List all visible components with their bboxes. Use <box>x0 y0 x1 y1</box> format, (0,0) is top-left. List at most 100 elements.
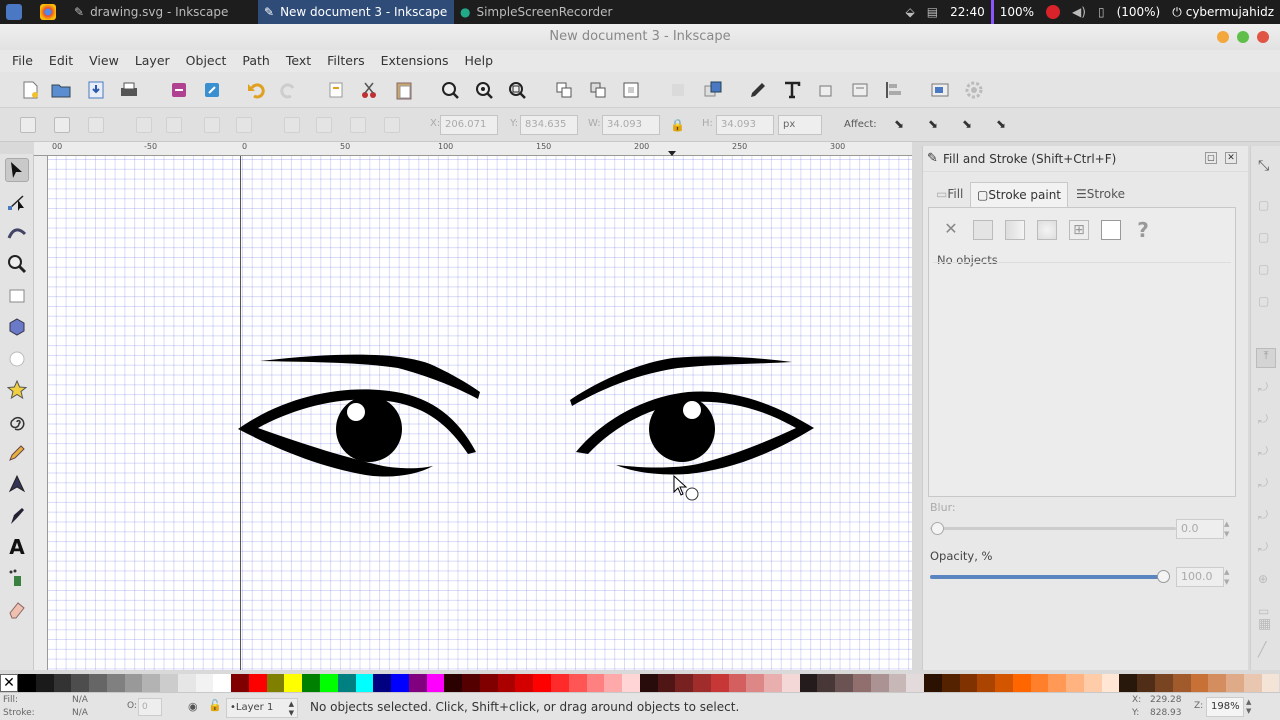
color-swatch[interactable] <box>106 674 125 692</box>
color-swatch[interactable] <box>1066 674 1084 692</box>
opacity-status-input[interactable]: 0 <box>138 698 162 716</box>
restore-button[interactable] <box>1217 31 1229 43</box>
flat-color-button[interactable] <box>973 220 993 240</box>
paste-icon[interactable] <box>394 80 414 100</box>
color-swatch[interactable] <box>1048 674 1067 692</box>
zoom-spin-icon[interactable]: ▲ ▼ <box>1246 698 1251 716</box>
color-swatch[interactable] <box>906 674 925 692</box>
color-swatch[interactable] <box>515 674 534 692</box>
task-drawing-svg[interactable]: ✎ drawing.svg - Inkscape <box>68 0 258 24</box>
network-icon[interactable]: ▤ <box>921 0 944 24</box>
h-input[interactable]: 34.093 <box>716 115 774 135</box>
affect-rounded-corners-icon[interactable]: ⬊ <box>928 117 944 133</box>
color-swatch[interactable] <box>391 674 409 692</box>
x-input[interactable]: 206.071 <box>440 115 498 135</box>
color-swatch[interactable] <box>231 674 249 692</box>
snap-cusp-nodes-icon[interactable]: ⤾ <box>1258 444 1268 459</box>
start-menu-icon[interactable] <box>0 0 34 24</box>
layer-lock-icon[interactable]: 🔓 <box>208 699 222 712</box>
color-swatch[interactable] <box>835 674 853 692</box>
color-swatch[interactable] <box>728 674 747 692</box>
rectangle-tool-icon[interactable] <box>5 284 29 308</box>
color-swatch[interactable] <box>1101 674 1120 692</box>
color-swatch[interactable] <box>302 674 321 692</box>
blur-slider[interactable] <box>930 527 1176 530</box>
color-swatch[interactable] <box>657 674 676 692</box>
color-swatch[interactable] <box>941 674 960 692</box>
color-swatch[interactable] <box>1137 674 1155 692</box>
selector-tool-icon[interactable] <box>5 158 29 182</box>
color-swatch[interactable] <box>1226 674 1244 692</box>
color-swatch[interactable] <box>373 674 392 692</box>
no-paint-button[interactable]: ✕ <box>941 219 961 241</box>
zoom-selection-icon[interactable] <box>440 80 460 100</box>
tab-stroke-paint[interactable]: ▢Stroke paint <box>970 182 1068 208</box>
radial-gradient-button[interactable] <box>1037 220 1057 240</box>
color-swatch[interactable] <box>337 674 356 692</box>
color-swatch[interactable] <box>995 674 1013 692</box>
dropbox-icon[interactable]: ⬙ <box>900 0 921 24</box>
color-swatch[interactable] <box>89 674 107 692</box>
color-swatch[interactable] <box>959 674 978 692</box>
color-swatch[interactable] <box>195 674 214 692</box>
clock[interactable]: 22:40 <box>944 0 991 24</box>
color-swatch[interactable] <box>479 674 498 692</box>
preferences-icon[interactable] <box>964 80 984 100</box>
undo-icon[interactable] <box>246 80 266 100</box>
color-swatch[interactable] <box>426 674 445 692</box>
color-swatch[interactable] <box>710 674 729 692</box>
color-swatch[interactable] <box>124 674 143 692</box>
text-tool-icon[interactable]: A <box>5 535 29 559</box>
color-swatch[interactable] <box>320 674 338 692</box>
snap-grid-icon[interactable]: ▦ <box>1258 616 1271 632</box>
snap-bbox-midpoints-icon[interactable]: ▢ <box>1258 294 1269 308</box>
menu-view[interactable]: View <box>81 50 127 72</box>
color-swatch[interactable] <box>284 674 303 692</box>
new-document-icon[interactable] <box>20 80 40 100</box>
color-swatch[interactable] <box>266 674 285 692</box>
chrome-icon[interactable] <box>34 0 68 24</box>
blur-input[interactable]: 0.0 <box>1176 519 1224 539</box>
open-folder-icon[interactable] <box>51 80 71 100</box>
color-swatch[interactable] <box>622 674 640 692</box>
menu-path[interactable]: Path <box>234 50 277 72</box>
color-swatch[interactable] <box>35 674 54 692</box>
eyes-drawing[interactable] <box>48 156 912 670</box>
snap-midpoints-icon[interactable]: ⤾ <box>1258 508 1268 523</box>
save-icon[interactable] <box>86 80 106 100</box>
menu-extensions[interactable]: Extensions <box>373 50 457 72</box>
color-swatch[interactable] <box>71 674 90 692</box>
color-swatch[interactable] <box>1172 674 1191 692</box>
left-eye[interactable] <box>238 354 480 477</box>
color-swatch[interactable] <box>852 674 871 692</box>
snap-intersections-icon[interactable]: ⤾ <box>1258 412 1268 427</box>
pen-tool-icon[interactable] <box>5 472 29 496</box>
opacity-slider-handle[interactable] <box>1157 570 1170 583</box>
left-pupil[interactable] <box>336 396 402 462</box>
color-swatch[interactable] <box>568 674 587 692</box>
tab-stroke-style[interactable]: ☰Stroke style <box>1070 182 1162 225</box>
color-swatch[interactable] <box>533 674 551 692</box>
color-swatch[interactable] <box>248 674 267 692</box>
select-all-layers-icon[interactable] <box>54 117 70 133</box>
right-eye[interactable] <box>570 356 814 475</box>
import-icon[interactable] <box>169 80 189 100</box>
vertical-ruler[interactable] <box>34 156 48 670</box>
unclone-icon[interactable] <box>621 80 641 100</box>
unset-paint-button[interactable]: ? <box>1133 218 1153 242</box>
color-swatch[interactable] <box>1083 674 1102 692</box>
color-swatch[interactable] <box>693 674 711 692</box>
color-swatch[interactable] <box>177 674 196 692</box>
color-swatch[interactable] <box>1243 674 1262 692</box>
color-swatch[interactable] <box>444 674 463 692</box>
opacity-slider[interactable] <box>930 575 1164 579</box>
affect-patterns-icon[interactable]: ⬊ <box>996 117 1012 133</box>
brightness-level[interactable]: 100% <box>990 0 1040 24</box>
menu-file[interactable]: File <box>4 50 41 72</box>
zoom-input[interactable]: 198% <box>1206 697 1244 717</box>
maximize-button[interactable] <box>1237 31 1249 43</box>
user-menu[interactable]: ⏻ cybermujahidz <box>1166 0 1280 24</box>
color-swatch[interactable] <box>1119 674 1138 692</box>
color-swatch[interactable] <box>924 674 942 692</box>
color-swatch[interactable] <box>497 674 516 692</box>
